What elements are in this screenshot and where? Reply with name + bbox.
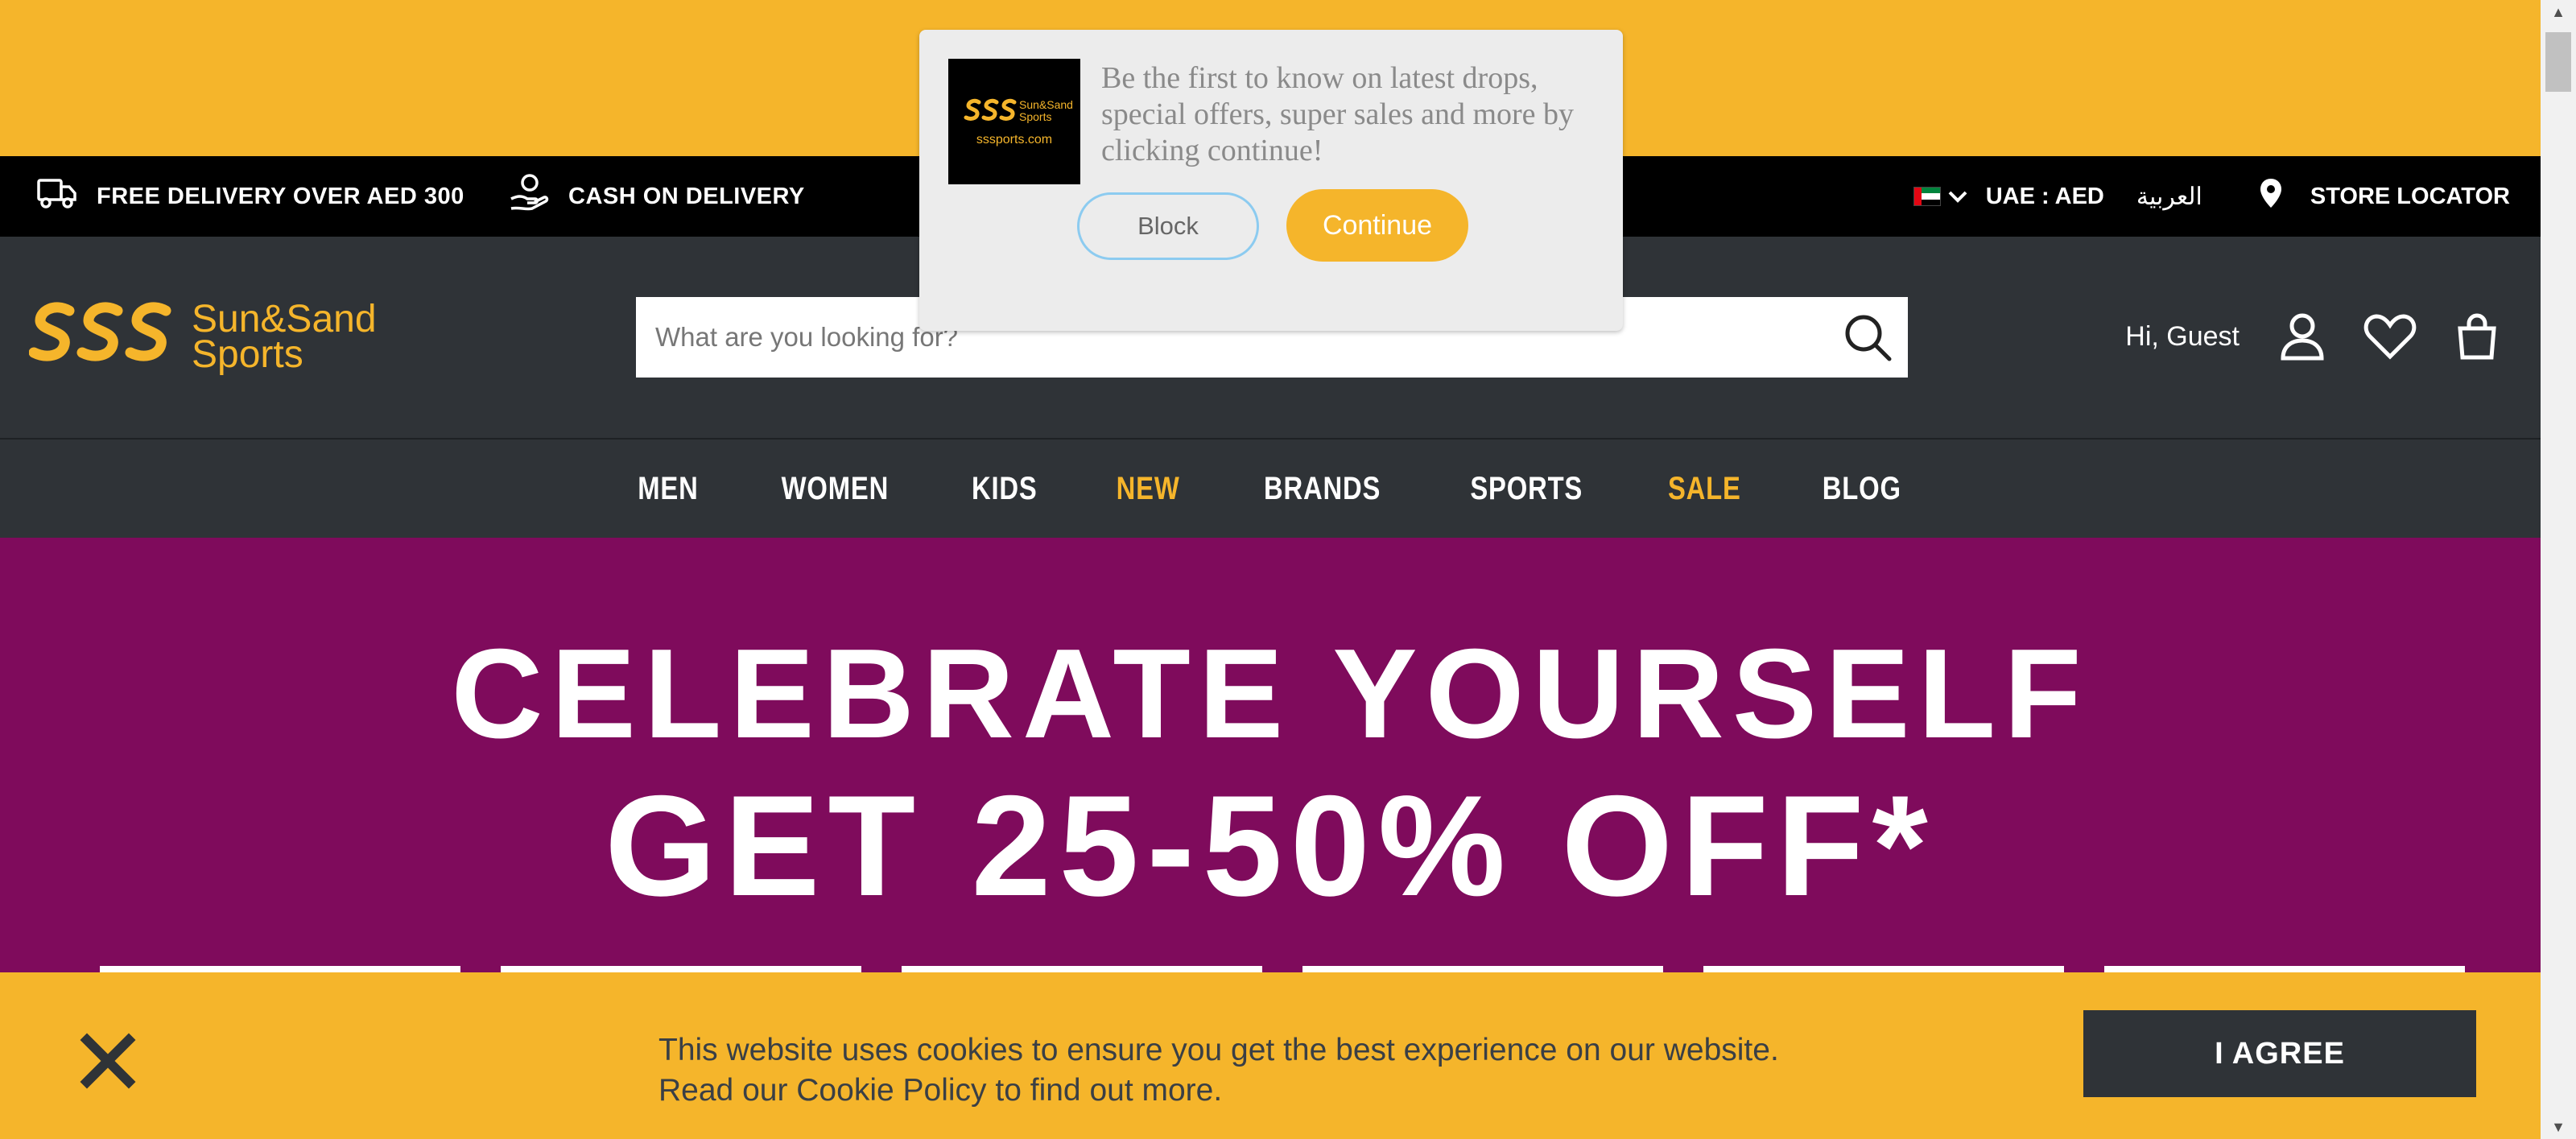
prompt-logo-line2: Sports <box>1019 110 1052 123</box>
scrollbar-thumb[interactable] <box>2545 32 2571 92</box>
category-tile[interactable] <box>1302 966 1663 972</box>
close-icon[interactable] <box>77 1030 138 1092</box>
cash-hand-icon <box>509 173 568 220</box>
scroll-down-icon[interactable]: ▼ <box>2541 1115 2576 1139</box>
map-pin-icon[interactable] <box>2259 178 2283 215</box>
logo-line1: Sun&Sand <box>192 297 377 340</box>
nav-item-men[interactable]: MEN <box>638 471 698 507</box>
logo-line2: Sports <box>192 332 303 376</box>
prompt-logo-line1: Sun&Sand <box>1019 98 1073 111</box>
category-tile[interactable] <box>902 966 1262 972</box>
user-icon[interactable] <box>2280 312 2325 361</box>
greeting-text: Hi, Guest <box>2125 320 2240 352</box>
cookie-banner: This website uses cookies to ensure you … <box>0 972 2541 1139</box>
notification-prompt: Sun&Sand Sports sssports.com Be the firs… <box>919 30 1623 331</box>
hero-banner[interactable]: CELEBRATE YOURSELF GET 25-50% OFF* <box>0 538 2541 972</box>
uae-flag-icon[interactable] <box>1913 187 1941 206</box>
nav-item-blog[interactable]: BLOG <box>1822 471 1901 507</box>
agree-button[interactable]: I AGREE <box>2083 1010 2476 1097</box>
cookie-message: This website uses cookies to ensure you … <box>658 1030 1779 1111</box>
category-tile[interactable] <box>2104 966 2465 972</box>
page: FREE DELIVERY OVER AED 300 CASH ON DELIV… <box>0 0 2541 1139</box>
category-tiles <box>100 966 2505 972</box>
hero-offer: GET 25-50% OFF* <box>605 766 1936 926</box>
site-logo[interactable]: Sun&Sand Sports <box>28 297 377 376</box>
category-tile[interactable] <box>501 966 861 972</box>
nav-item-sale[interactable]: SALE <box>1668 471 1741 507</box>
truck-icon <box>37 177 97 216</box>
block-button[interactable]: Block <box>1077 192 1259 260</box>
region-selector[interactable]: UAE : AED <box>1986 184 2104 210</box>
cash-on-delivery-text: CASH ON DELIVERY <box>568 183 805 209</box>
heart-icon[interactable] <box>2363 312 2417 361</box>
main-nav: MEN WOMEN KIDS NEW BRANDS SPORTS SALE BL… <box>0 438 2541 538</box>
nav-item-kids[interactable]: KIDS <box>972 471 1038 507</box>
nav-item-brands[interactable]: BRANDS <box>1264 471 1381 507</box>
cash-on-delivery-item[interactable]: CASH ON DELIVERY <box>509 156 805 237</box>
vertical-scrollbar[interactable]: ▲ ▼ <box>2541 0 2576 1139</box>
category-tile[interactable] <box>100 966 460 972</box>
logo-mark-icon <box>28 299 177 374</box>
category-tile[interactable] <box>1703 966 2064 972</box>
continue-button[interactable]: Continue <box>1286 189 1468 262</box>
prompt-logo-site: sssports.com <box>976 133 1053 147</box>
bag-icon[interactable] <box>2455 312 2499 361</box>
logo-wordmark: Sun&Sand Sports <box>192 297 377 376</box>
scroll-up-icon[interactable]: ▲ <box>2541 0 2576 24</box>
free-delivery-text: FREE DELIVERY OVER AED 300 <box>97 183 464 209</box>
nav-item-women[interactable]: WOMEN <box>781 471 888 507</box>
nav-item-new[interactable]: NEW <box>1117 471 1180 507</box>
language-link[interactable]: العربية <box>2136 183 2202 211</box>
region-controls: UAE : AED العربية STORE LOCATOR <box>1913 156 2510 237</box>
prompt-message: Be the first to know on latest drops, sp… <box>1101 61 1575 167</box>
nav-item-sports[interactable]: SPORTS <box>1471 471 1583 507</box>
prompt-logo: Sun&Sand Sports sssports.com <box>948 59 1080 184</box>
account-controls: Hi, Guest <box>2125 312 2499 361</box>
chevron-down-icon[interactable] <box>1947 184 1968 210</box>
store-locator-link[interactable]: STORE LOCATOR <box>2310 184 2510 210</box>
hero-headline: CELEBRATE YOURSELF <box>451 623 2090 765</box>
cookie-message-line1: This website uses cookies to ensure you … <box>658 1033 1779 1067</box>
free-delivery-item[interactable]: FREE DELIVERY OVER AED 300 <box>37 156 464 237</box>
search-icon[interactable] <box>1827 297 1908 378</box>
cookie-policy-link[interactable]: Read our Cookie Policy to find out more. <box>658 1071 1779 1111</box>
